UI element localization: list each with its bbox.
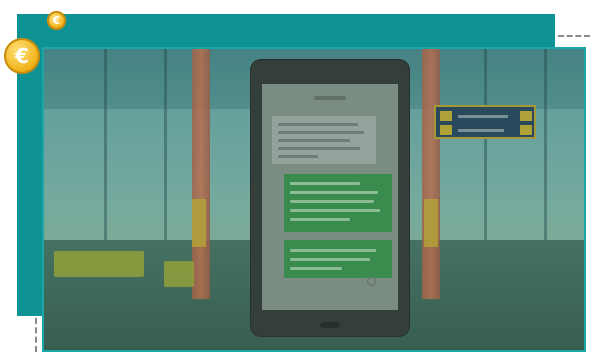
euro-coin-icon: € <box>4 38 40 74</box>
dashed-guide-vertical <box>35 318 37 352</box>
euro-coin-icon: € <box>47 11 66 30</box>
scene-dim-overlay <box>44 49 584 350</box>
dashed-guide-horizontal <box>558 35 590 37</box>
airport-chat-illustration <box>42 47 586 352</box>
